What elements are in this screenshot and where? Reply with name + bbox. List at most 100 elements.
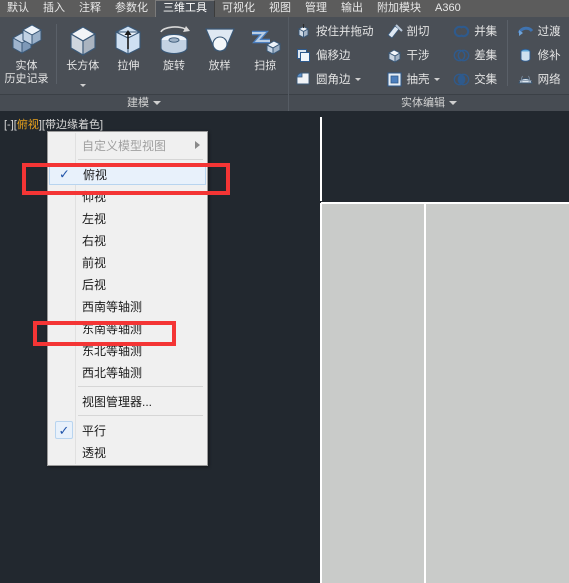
panel-divider	[506, 20, 508, 86]
menu-item-front-view[interactable]: 前视	[48, 251, 207, 273]
viewport-label-view[interactable]: 俯视	[17, 119, 39, 131]
menu-item-left-view[interactable]: 左视	[48, 207, 207, 229]
modeling-panel-label-bar[interactable]: 建模	[0, 94, 288, 111]
ribbon-tab-default[interactable]: 默认	[0, 0, 36, 17]
interfere-button[interactable]: 干涉	[383, 44, 445, 66]
ribbon-tab-view[interactable]: 视图	[262, 0, 298, 17]
ribbon-tab-manage[interactable]: 管理	[298, 0, 334, 17]
ribbon-tab-bar: 默认 插入 注释 参数化 三维工具 可视化 视图 管理 输出 附加模块 A360	[0, 0, 569, 17]
menu-item-label: 东南等轴测	[82, 321, 143, 336]
menu-item-label: 视图管理器...	[82, 394, 153, 409]
revolve-label: 旋转	[162, 60, 185, 72]
menu-item-bottom-view[interactable]: 仰视	[48, 185, 207, 207]
loft-button[interactable]: 放样	[197, 20, 243, 73]
menu-item-label: 东北等轴测	[82, 343, 143, 358]
menu-item-label: 后视	[82, 277, 107, 292]
solid-history-label-line2: 历史记录	[4, 73, 49, 85]
blend-icon	[517, 23, 534, 40]
sweep-icon	[247, 22, 283, 58]
chevron-down-icon[interactable]	[433, 77, 440, 81]
solid-history-button[interactable]: 实体 历史记录	[0, 20, 53, 86]
ribbon-tab-3dtools[interactable]: 三维工具	[155, 0, 215, 17]
ribbon-tab-output[interactable]: 输出	[334, 0, 370, 17]
menu-item-right-view[interactable]: 右视	[48, 229, 207, 251]
fillet-edge-icon	[295, 71, 312, 88]
shell-icon	[386, 71, 403, 88]
ribbon-tab-addins[interactable]: 附加模块	[370, 0, 428, 17]
solid-editing-panel-label: 实体编辑	[401, 96, 445, 109]
slice-button[interactable]: 剖切	[383, 20, 445, 42]
menu-item-label: 西南等轴测	[82, 299, 143, 314]
union-button[interactable]: 并集	[450, 20, 500, 42]
ribbon-tab-insert[interactable]: 插入	[36, 0, 72, 17]
chevron-down-icon[interactable]	[354, 77, 361, 81]
intersect-button[interactable]: 交集	[450, 68, 500, 90]
chevron-down-icon[interactable]	[153, 101, 161, 105]
ribbon-body: 实体 历史记录 长方体 拉伸 旋转 放样 扫掠 建模 按住并拖动 偏移边 圆角边…	[0, 17, 569, 111]
fillet-edge-button[interactable]: 圆角边	[292, 68, 377, 90]
network-icon	[517, 71, 534, 88]
chevron-down-icon	[79, 84, 86, 87]
subtract-icon	[453, 47, 470, 64]
solid-editing-column-2: 剖切 干涉 抽壳	[380, 18, 448, 90]
chevron-down-icon[interactable]	[449, 101, 457, 105]
shell-button[interactable]: 抽壳	[383, 68, 445, 90]
slice-label: 剖切	[406, 26, 430, 38]
shell-label: 抽壳	[406, 74, 430, 86]
slice-icon	[386, 23, 403, 40]
menu-item-view-manager[interactable]: 视图管理器...	[48, 390, 207, 412]
ribbon-tab-visualize[interactable]: 可视化	[215, 0, 262, 17]
menu-separator	[78, 415, 203, 416]
menu-item-label: 平行	[82, 423, 107, 438]
menu-item-sw-isometric[interactable]: 西南等轴测	[48, 295, 207, 317]
menu-item-label: 左视	[82, 211, 107, 226]
menu-item-se-isometric[interactable]: 东南等轴测	[48, 317, 207, 339]
model-face-main	[321, 203, 569, 583]
menu-item-ne-isometric[interactable]: 东北等轴测	[48, 339, 207, 361]
menu-item-top-view[interactable]: ✓ 俯视	[49, 163, 206, 185]
patch-button[interactable]: 修补	[514, 44, 566, 66]
model-edge-inner-vertical	[424, 203, 426, 583]
revolve-button[interactable]: 旋转	[151, 20, 197, 73]
presspull-button[interactable]: 按住并拖动	[292, 20, 377, 42]
menu-item-perspective[interactable]: 透视	[48, 441, 207, 463]
ribbon-tab-parametric[interactable]: 参数化	[108, 0, 155, 17]
sweep-button[interactable]: 扫掠	[242, 20, 288, 73]
offset-edge-button[interactable]: 偏移边	[292, 44, 377, 66]
menu-item-parallel[interactable]: ✓ 平行	[48, 419, 207, 441]
loft-label: 放样	[208, 60, 231, 72]
union-icon	[453, 23, 470, 40]
patch-label: 修补	[537, 50, 561, 62]
menu-item-custom-model-view[interactable]: 自定义模型视图	[48, 134, 207, 156]
box-dropdown-arrow[interactable]	[79, 74, 86, 92]
ribbon-panel-modeling: 实体 历史记录 长方体 拉伸 旋转 放样 扫掠 建模	[0, 17, 288, 111]
interfere-label: 干涉	[406, 50, 430, 62]
box-icon	[65, 22, 101, 58]
sweep-label: 扫掠	[254, 60, 277, 72]
menu-item-nw-isometric[interactable]: 西北等轴测	[48, 361, 207, 383]
blend-button[interactable]: 过渡	[514, 20, 566, 42]
viewport-label[interactable]: [-][俯视][带边缘着色]	[4, 116, 103, 132]
ribbon-tab-annotate[interactable]: 注释	[72, 0, 108, 17]
box-button[interactable]: 长方体	[60, 20, 106, 92]
ribbon-tab-a360[interactable]: A360	[428, 0, 468, 17]
extrude-button[interactable]: 拉伸	[106, 20, 152, 73]
box-label: 长方体	[66, 60, 100, 72]
presspull-label: 按住并拖动	[316, 26, 374, 38]
model-edge-left	[320, 203, 322, 583]
menu-separator	[78, 159, 203, 160]
menu-item-label: 右视	[82, 233, 107, 248]
loft-icon	[202, 22, 238, 58]
subtract-button[interactable]: 差集	[450, 44, 500, 66]
network-label: 网络	[537, 74, 561, 86]
solid-editing-panel-body: 按住并拖动 偏移边 圆角边 剖切 干涉 抽壳 并集 差集 交集 过渡 修补 网络	[289, 17, 569, 94]
revolve-icon	[156, 22, 192, 58]
menu-separator	[78, 386, 203, 387]
interfere-icon	[386, 47, 403, 64]
solid-history-label-line1: 实体	[15, 60, 38, 72]
solid-editing-panel-label-bar[interactable]: 实体编辑	[289, 94, 569, 111]
network-button[interactable]: 网络	[514, 68, 566, 90]
menu-item-back-view[interactable]: 后视	[48, 273, 207, 295]
blend-label: 过渡	[537, 26, 561, 38]
view-context-menu[interactable]: 自定义模型视图 ✓ 俯视 仰视 左视 右视 前视 后视 西南等轴测 东南等轴测	[47, 131, 208, 466]
